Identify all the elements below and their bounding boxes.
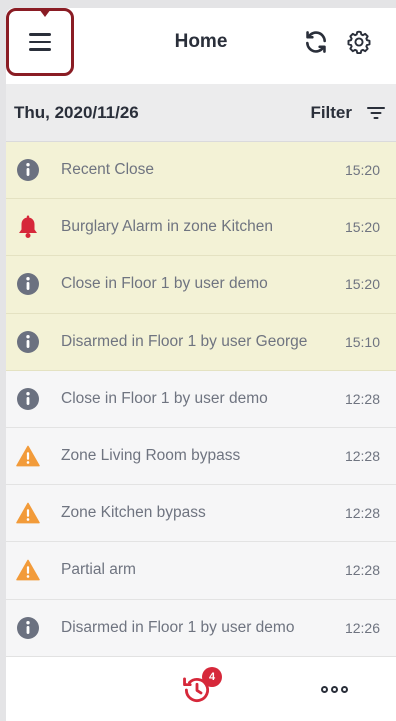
event-message: Recent Close <box>61 161 155 179</box>
warning-icon <box>16 560 40 581</box>
info-icon <box>17 273 39 296</box>
event-message: Zone Living Room bypass <box>61 447 241 465</box>
event-time: 15:20 <box>344 219 380 236</box>
history-tab[interactable]: 4 <box>180 667 222 707</box>
event-time: 12:28 <box>344 448 380 465</box>
bottom-tab-bar: 4 <box>6 656 396 721</box>
event-time: 15:20 <box>344 276 380 293</box>
menu-button[interactable] <box>6 8 74 76</box>
info-icon <box>17 387 39 410</box>
event-row[interactable]: Disarmed in Floor 1 by user demo 12:26 <box>6 599 396 657</box>
event-icon <box>16 387 40 411</box>
event-message: Disarmed in Floor 1 by user George <box>61 332 308 350</box>
event-list: Recent Close 15:20 Burglary Alarm in zone … <box>6 142 396 657</box>
event-row[interactable]: Zone Living Room bypass 12:28 <box>6 427 396 486</box>
more-dot <box>330 685 338 693</box>
gear-icon <box>347 30 371 55</box>
info-icon <box>17 159 39 182</box>
event-message: Burglary Alarm in zone Kitchen <box>61 218 273 236</box>
refresh-icon <box>306 31 326 53</box>
event-message: Close in Floor 1 by user demo <box>61 275 268 293</box>
more-dot <box>340 685 348 693</box>
event-icon <box>16 330 40 354</box>
event-message: Close in Floor 1 by user demo <box>61 389 268 407</box>
event-time: 12:26 <box>344 619 380 636</box>
highlight-pointer <box>39 9 51 17</box>
app-frame: Home Thu, 2020/11/26 Filter Recent Close… <box>6 8 396 721</box>
event-icon <box>16 616 40 640</box>
event-icon <box>16 558 40 582</box>
alarm-bell-icon <box>19 215 37 239</box>
event-message: Zone Kitchen bypass <box>61 504 206 522</box>
filter-button[interactable]: Filter <box>310 103 386 123</box>
event-icon <box>16 272 40 296</box>
event-row[interactable]: Recent Close 15:20 <box>6 142 396 200</box>
event-time: 12:28 <box>344 505 380 522</box>
event-row[interactable]: Partial arm 12:28 <box>6 542 396 600</box>
filter-icon <box>367 106 385 119</box>
event-icon <box>16 158 40 182</box>
current-date: Thu, 2020/11/26 <box>14 102 139 122</box>
more-button[interactable] <box>316 677 352 701</box>
event-message: Partial arm <box>61 561 136 579</box>
info-icon <box>17 330 39 353</box>
warning-icon <box>16 445 40 467</box>
event-time: 12:28 <box>344 390 380 407</box>
more-dots-icon <box>320 685 328 693</box>
hamburger-menu-icon <box>29 33 51 51</box>
event-time: 12:28 <box>344 562 380 579</box>
filter-label: Filter <box>310 102 352 122</box>
refresh-button[interactable] <box>302 28 330 56</box>
settings-button[interactable] <box>345 28 373 56</box>
event-row[interactable]: Close in Floor 1 by user demo 15:20 <box>6 256 396 314</box>
event-icon <box>16 501 40 525</box>
event-icon <box>16 215 40 239</box>
event-time: 15:10 <box>344 333 380 350</box>
info-icon <box>17 616 39 639</box>
date-bar: Thu, 2020/11/26 Filter <box>6 84 396 142</box>
event-message: Disarmed in Floor 1 by user demo <box>61 618 295 636</box>
event-row[interactable]: Disarmed in Floor 1 by user George 15:10 <box>6 313 396 371</box>
event-row[interactable]: Close in Floor 1 by user demo 12:28 <box>6 370 396 428</box>
warning-icon <box>16 502 40 524</box>
event-row[interactable]: Burglary Alarm in zone Kitchen 15:20 <box>6 199 396 257</box>
history-badge: 4 <box>202 667 222 687</box>
app-header: Home <box>6 8 396 84</box>
event-icon <box>16 444 40 468</box>
event-row[interactable]: Zone Kitchen bypass 12:28 <box>6 485 396 543</box>
event-time: 15:20 <box>344 162 380 179</box>
